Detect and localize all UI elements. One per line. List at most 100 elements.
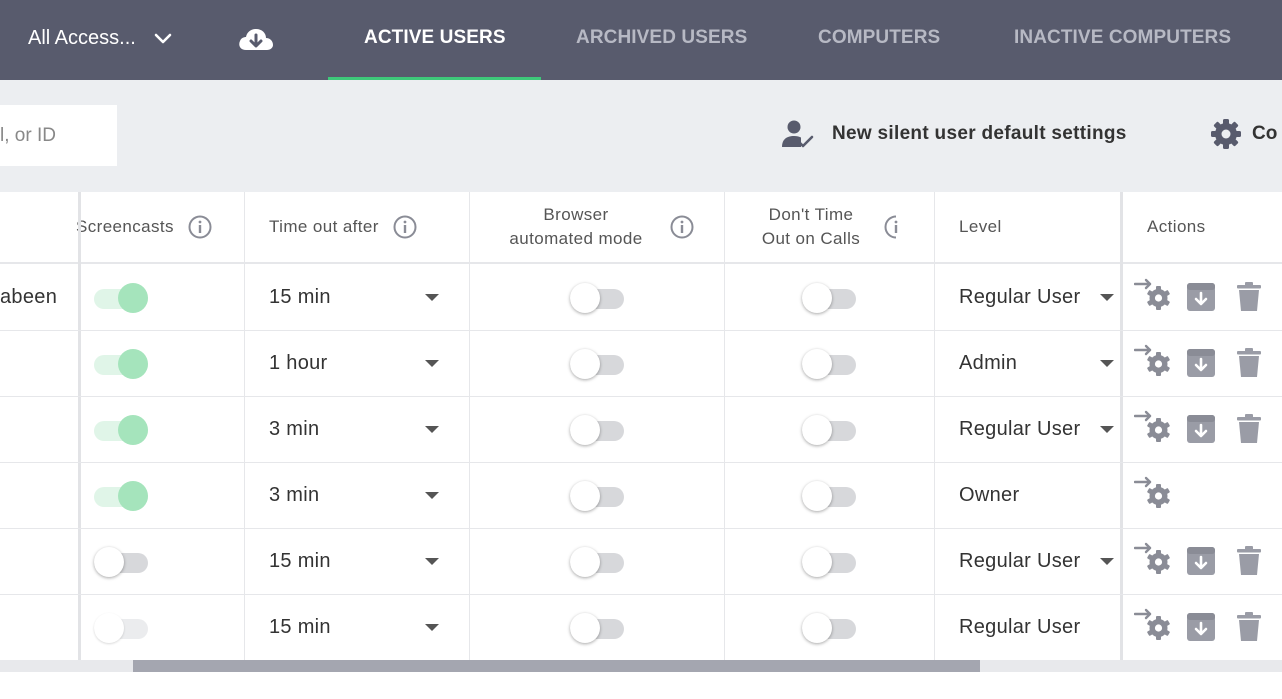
screencasts-toggle[interactable] [94,347,148,379]
timeout-select[interactable]: 1 hour [269,330,449,396]
caret-down-icon [425,558,439,565]
column-header-timeout-label: Time out after [269,217,379,236]
chevron-down-icon [154,33,172,43]
browser-automated-toggle[interactable] [570,479,624,511]
timeout-select[interactable]: 15 min [269,594,449,660]
screencasts-toggle[interactable] [94,479,148,511]
screencasts-toggle[interactable] [94,545,148,577]
user-settings-icon[interactable] [1133,608,1174,649]
dont-timeout-toggle[interactable] [802,479,856,511]
timeout-select[interactable]: 15 min [269,264,449,330]
tab-active-users[interactable]: ACTIVE USERS [364,27,506,49]
column-header-level: Level [959,217,1002,236]
browser-automated-toggle[interactable] [570,545,624,577]
level-value: Regular User [959,549,1081,572]
gear-icon [1211,119,1241,149]
timeout-value: 3 min [269,417,320,440]
tab-computers[interactable]: COMPUTERS [818,27,940,49]
table-row: 3 min Owner [0,462,1282,529]
user-settings-icon[interactable] [1133,344,1174,385]
trash-icon[interactable] [1237,348,1261,383]
caret-down-icon [425,624,439,631]
level-select: Regular User [959,594,1119,660]
archive-icon[interactable] [1186,414,1216,449]
screencasts-toggle[interactable] [94,281,148,313]
timeout-value: 1 hour [269,351,328,374]
archive-icon[interactable] [1186,546,1216,581]
column-header-timeout: Time out after [269,192,417,262]
archive-icon[interactable] [1186,348,1216,383]
level-value: Owner [959,483,1020,506]
level-value: Regular User [959,417,1081,440]
config-button[interactable]: Co [1210,118,1277,150]
cloud-download-icon[interactable] [236,24,276,56]
timeout-select[interactable]: 3 min [269,396,449,462]
level-select[interactable]: Regular User [959,264,1119,330]
level-value: Regular User [959,285,1081,308]
scrollbar-thumb[interactable] [133,660,980,672]
trash-icon[interactable] [1237,282,1261,317]
search-box[interactable] [0,105,117,166]
column-header-browser-automated: Browser automated mode [490,192,662,262]
caret-down-icon [1100,558,1114,565]
config-label: Co [1252,123,1278,144]
column-header-actions: Actions [1147,217,1206,236]
column-header-dont-timeout: Don't Time Out on Calls [740,192,882,262]
column-header-dont-line2: Out on Calls [761,229,861,248]
silent-user-settings-button[interactable]: New silent user default settings [780,118,1127,150]
trash-icon[interactable] [1237,414,1261,449]
page-bottom [0,672,1282,699]
dont-timeout-toggle[interactable] [802,347,856,379]
dont-timeout-toggle[interactable] [802,413,856,445]
top-nav-bar: All Access... ACTIVE USERS ARCHIVED USER… [0,0,1282,81]
browser-automated-toggle[interactable] [570,413,624,445]
column-header-screencasts: Screencasts [76,192,212,262]
org-selector[interactable]: All Access... [28,27,172,50]
caret-down-icon [425,360,439,367]
column-header-screencasts-label: Screencasts [76,217,174,236]
user-settings-icon[interactable] [1133,278,1174,319]
archive-icon[interactable] [1186,282,1216,317]
level-select[interactable]: Regular User [959,396,1119,462]
org-selector-label: All Access... [28,27,136,49]
column-header-dont-line1: Don't Time [768,205,854,224]
screencasts-toggle[interactable] [94,611,148,643]
level-value: Regular User [959,615,1081,638]
dont-timeout-toggle[interactable] [802,611,856,643]
column-header-browser-line1: Browser [543,205,609,224]
info-icon[interactable] [188,215,212,239]
timeout-select[interactable]: 15 min [269,528,449,594]
archive-icon[interactable] [1186,612,1216,647]
screencasts-toggle[interactable] [94,413,148,445]
browser-automated-toggle[interactable] [570,281,624,313]
user-settings-icon[interactable] [1133,542,1174,583]
user-settings-icon[interactable] [1133,410,1174,451]
dont-timeout-toggle[interactable] [802,545,856,577]
timeout-select[interactable]: 3 min [269,462,449,528]
table-header: Screencasts Time out after Browser autom… [0,192,1282,264]
info-icon[interactable] [670,215,694,239]
table-row: 15 min Regular User [0,594,1282,661]
table-row: 1 hour Admin [0,330,1282,397]
browser-automated-toggle[interactable] [570,347,624,379]
level-value: Admin [959,351,1018,374]
tab-archived-users[interactable]: ARCHIVED USERS [576,27,747,49]
level-select[interactable]: Regular User [959,528,1119,594]
caret-down-icon [425,492,439,499]
trash-icon[interactable] [1237,546,1261,581]
user-settings-icon[interactable] [1133,476,1174,517]
info-icon[interactable] [393,215,417,239]
silent-user-settings-label: New silent user default settings [832,123,1127,144]
user-check-icon [782,120,814,148]
caret-down-icon [425,294,439,301]
caret-down-icon [425,426,439,433]
level-select[interactable]: Admin [959,330,1119,396]
timeout-value: 15 min [269,285,331,308]
tab-inactive-computers[interactable]: INACTIVE COMPUTERS [1014,27,1231,49]
browser-automated-toggle[interactable] [570,611,624,643]
trash-icon[interactable] [1237,612,1261,647]
dont-timeout-toggle[interactable] [802,281,856,313]
info-icon[interactable] [884,215,901,239]
user-name: abeen [0,285,58,308]
search-input[interactable] [0,105,117,166]
